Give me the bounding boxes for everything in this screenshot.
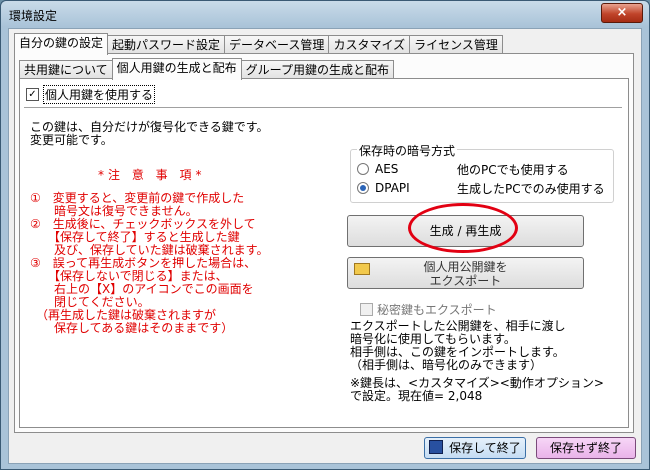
export-secret-row[interactable]: 秘密鍵もエクスポート: [360, 301, 497, 318]
save-and-exit-button[interactable]: 保存して終了: [424, 437, 526, 459]
radio-aes-label: AES: [375, 162, 399, 176]
tab-customize[interactable]: カスタマイズ: [328, 35, 411, 54]
encryption-method-group: 保存時の暗号方式 AES 他のPCでも使用する DPAPI 生成したPCでのみ使…: [350, 142, 614, 203]
subtab-shared-key[interactable]: 共用鍵について: [19, 60, 113, 79]
save-and-exit-label: 保存して終了: [449, 441, 521, 455]
use-personal-key-row[interactable]: ✓ 個人用鍵を使用する: [26, 85, 156, 104]
encryption-method-title: 保存時の暗号方式: [357, 142, 458, 159]
radio-dpapi[interactable]: [357, 182, 369, 194]
settings-window: 環境設定 × 自分の鍵の設定 起動パスワード設定 データベース管理 カスタマイズ…: [0, 0, 650, 470]
tab-database[interactable]: データベース管理: [224, 35, 330, 54]
radio-dpapi-row[interactable]: DPAPI 生成したPCでのみ使用する: [357, 181, 605, 196]
generate-button[interactable]: 生成 / 再生成: [347, 215, 584, 247]
radio-aes-note: 他のPCでも使用する: [457, 162, 569, 177]
caution-text: ① 変更すると、変更前の鍵で作成した 暗号文は復号できません。 ② 生成後に、チ…: [30, 191, 269, 335]
export-note: エクスポートした公開鍵を、相手に渡し 暗号化に使用してもらいます。 相手側は、こ…: [350, 319, 566, 372]
export-public-key-button[interactable]: 個人用公開鍵を エクスポート: [347, 257, 584, 289]
radio-dpapi-note: 生成したPCでのみ使用する: [457, 181, 605, 196]
radio-aes[interactable]: [357, 163, 369, 175]
title-bar: 環境設定 ×: [1, 1, 649, 27]
client-area: 自分の鍵の設定 起動パスワード設定 データベース管理 カスタマイズ ライセンス管…: [8, 28, 642, 464]
subtab-group-key[interactable]: グループ用鍵の生成と配布: [240, 60, 394, 79]
tab-license[interactable]: ライセンス管理: [409, 35, 503, 54]
divider: [24, 107, 622, 109]
main-tabs: 自分の鍵の設定 起動パスワード設定 データベース管理 カスタマイズ ライセンス管…: [14, 33, 503, 55]
export-button-line1: 個人用公開鍵を: [423, 260, 508, 274]
subtab-personal-key[interactable]: 個人用鍵の生成と配布: [111, 58, 242, 80]
folder-icon: [354, 263, 370, 275]
radio-dpapi-label: DPAPI: [375, 181, 410, 195]
key-length-note: ※鍵長は、<カスタマイズ><動作オプション> で設定。現在値= 2,048: [350, 376, 604, 403]
sub-tabs: 共用鍵について 個人用鍵の生成と配布 グループ用鍵の生成と配布: [19, 58, 394, 80]
export-button-line2: エクスポート: [429, 274, 502, 288]
use-personal-key-checkbox[interactable]: ✓: [26, 88, 39, 101]
radio-aes-row[interactable]: AES 他のPCでも使用する: [357, 162, 569, 177]
use-personal-key-label[interactable]: 個人用鍵を使用する: [43, 85, 156, 104]
export-secret-checkbox[interactable]: [360, 303, 373, 316]
tab-own-key[interactable]: 自分の鍵の設定: [14, 33, 109, 55]
exit-without-save-button[interactable]: 保存せず終了: [536, 437, 636, 459]
window-title: 環境設定: [9, 9, 58, 23]
close-button[interactable]: ×: [601, 3, 643, 23]
key-description: この鍵は、自分だけが復号化できる鍵です。 変更可能です。: [30, 120, 269, 147]
personal-key-panel: ✓ 個人用鍵を使用する この鍵は、自分だけが復号化できる鍵です。 変更可能です。…: [19, 78, 629, 428]
export-secret-label: 秘密鍵もエクスポート: [377, 303, 497, 317]
caution-title: *注 意 事 項*: [98, 168, 206, 182]
tab-startup-password[interactable]: 起動パスワード設定: [107, 35, 226, 54]
save-disk-icon: [429, 440, 444, 454]
